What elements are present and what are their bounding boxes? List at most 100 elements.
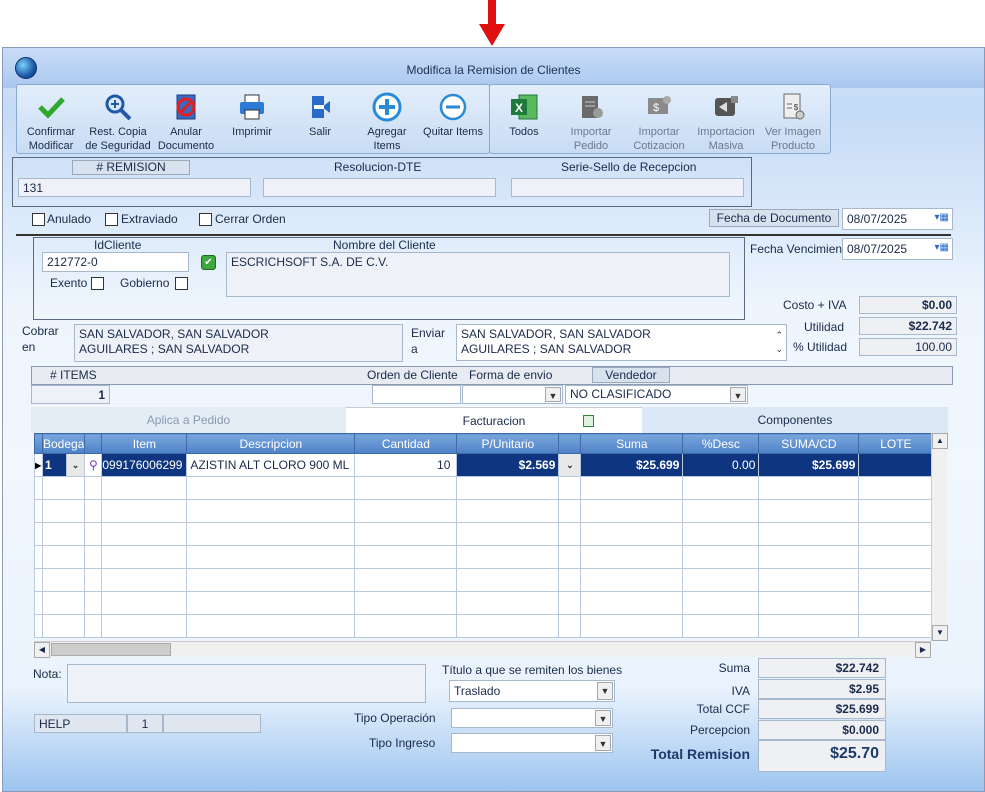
desc-cell[interactable]: 0.00 (682, 453, 760, 477)
col-header-blank2[interactable] (558, 433, 582, 454)
scroll-arrows-icon[interactable]: ⌃ ⌄ (775, 328, 783, 356)
remove-items-button[interactable]: Quitar Items (420, 92, 486, 139)
tab-aplica-pedido[interactable]: Aplica a Pedido (31, 407, 346, 433)
scroll-right-icon[interactable]: ▶ (915, 642, 931, 658)
lote-cell[interactable] (858, 453, 934, 477)
col-header-cantidad[interactable]: Cantidad (354, 433, 458, 454)
enviar-label: Enviar (411, 326, 446, 340)
total-ccf-field: $25.699 (758, 699, 886, 719)
chevron-down-icon[interactable]: ▼ (595, 710, 611, 726)
table-row[interactable] (34, 499, 934, 523)
enviar-label-a: a (411, 342, 418, 356)
tab-document-icon (583, 415, 594, 427)
table-row[interactable]: ▶ 1 ⌄ ⚲ 099176006299 AZISTIN ALT CLORO 9… (34, 453, 934, 477)
tab-componentes[interactable]: Componentes (642, 407, 948, 433)
scroll-left-icon[interactable]: ◀ (34, 642, 50, 658)
resolucion-field[interactable] (263, 178, 496, 197)
view-image-button[interactable]: $ Ver Imagen Producto (760, 92, 826, 153)
remision-field[interactable]: 131 (18, 178, 251, 197)
void-document-button[interactable]: Anular Documento (153, 92, 219, 153)
forma-envio-select[interactable]: ▼ (462, 385, 563, 404)
fecha-documento-picker[interactable]: 08/07/2025 ▾▦ (842, 208, 953, 230)
sumacd-cell: $25.699 (758, 453, 860, 477)
serie-field[interactable] (511, 178, 744, 197)
item-cell[interactable]: 099176006299 (101, 453, 188, 477)
chevron-down-icon[interactable]: ▼ (595, 735, 611, 751)
svg-text:$: $ (653, 102, 659, 114)
vertical-scrollbar[interactable]: ▲ ▼ (931, 433, 948, 641)
total-ccf-label: Total CCF (696, 702, 750, 716)
fecha-documento-label: Fecha de Documento (709, 209, 839, 227)
calendar-icon[interactable]: ▾▦ (935, 242, 949, 253)
scroll-up-icon[interactable]: ▲ (932, 433, 948, 449)
import-quote-button[interactable]: $ Importar Cotizacion (626, 92, 692, 153)
plus-circle-icon (372, 92, 402, 122)
table-row[interactable] (34, 522, 934, 546)
cobrar-address-field[interactable]: SAN SALVADOR, SAN SALVADOR AGUILARES ; S… (74, 324, 403, 362)
cantidad-cell[interactable]: 10 (354, 453, 458, 477)
tab-facturacion[interactable]: Facturacion (346, 407, 642, 433)
tipo-ingreso-select[interactable]: ▼ (451, 733, 613, 753)
arrow-down-icon (479, 0, 505, 46)
cerrar-orden-checkbox[interactable] (199, 213, 212, 226)
mass-import-button[interactable]: Importacion Masiva (693, 92, 759, 153)
chevron-down-icon[interactable]: ▼ (597, 682, 613, 700)
orden-cliente-label: Orden de Cliente (367, 368, 458, 382)
anulado-checkbox[interactable] (32, 213, 45, 226)
nombre-cliente-field[interactable]: ESCRICHSOFT S.A. DE C.V. (226, 252, 730, 297)
table-row[interactable] (34, 545, 934, 569)
col-header-sumacd[interactable]: SUMA/CD (758, 433, 860, 454)
chevron-down-icon[interactable]: ▼ (730, 387, 746, 402)
col-header-desc[interactable]: %Desc (682, 433, 760, 454)
fecha-vencimiento-picker[interactable]: 08/07/2025 ▾▦ (842, 238, 953, 260)
table-row[interactable] (34, 568, 934, 592)
vendedor-select[interactable]: NO CLASIFICADO ▼ (565, 385, 748, 404)
vendedor-label: Vendedor (592, 367, 670, 383)
col-header-descripcion[interactable]: Descripcion (186, 433, 356, 454)
import-order-button[interactable]: Importar Pedido (558, 92, 624, 153)
enviar-address-field[interactable]: SAN SALVADOR, SAN SALVADOR AGUILARES ; S… (456, 324, 787, 361)
client-ok-icon[interactable]: ✔ (201, 255, 216, 270)
table-row[interactable] (34, 476, 934, 500)
print-button[interactable]: Imprimir (219, 92, 285, 139)
search-item-icon[interactable]: ⚲ (84, 453, 103, 477)
bodega-cell[interactable]: 1 (42, 453, 67, 477)
col-header-blank[interactable] (84, 433, 103, 454)
quote-document-icon: $ (648, 96, 671, 114)
chevron-down-icon[interactable]: ▼ (545, 387, 561, 402)
col-header-item[interactable]: Item (101, 433, 188, 454)
punitario-dropdown[interactable]: ⌄ (558, 453, 582, 477)
nota-field[interactable] (67, 664, 426, 703)
pct-utilidad-label: % Utilidad (793, 340, 848, 354)
add-items-button[interactable]: Agregar Items (354, 92, 420, 153)
titulo-select[interactable]: Traslado ▼ (449, 680, 615, 702)
orden-cliente-field[interactable] (372, 385, 461, 404)
calendar-icon[interactable]: ▾▦ (935, 212, 949, 223)
col-header-lote[interactable]: LOTE (858, 433, 934, 454)
bodega-dropdown[interactable]: ⌄ (65, 453, 86, 477)
exento-checkbox[interactable] (91, 277, 104, 290)
gobierno-checkbox[interactable] (175, 277, 188, 290)
col-header-suma[interactable]: Suma (580, 433, 684, 454)
separator-line (16, 234, 951, 236)
col-header-bodega[interactable]: Bodega (41, 433, 86, 454)
col-header-punitario[interactable]: P/Unitario (456, 433, 560, 454)
confirm-button[interactable]: Confirmar Modificar (18, 92, 84, 153)
iva-field: $2.95 (758, 679, 886, 699)
scroll-thumb[interactable] (51, 643, 171, 656)
horizontal-scrollbar[interactable]: ◀ ▶ (34, 641, 931, 658)
tipo-operacion-select[interactable]: ▼ (451, 708, 613, 728)
exento-label: Exento (50, 276, 88, 290)
idcliente-field[interactable]: 212772-0 (42, 252, 189, 272)
exit-button[interactable]: Salir (287, 92, 353, 139)
restore-backup-button[interactable]: Rest. Copia de Seguridad (85, 92, 151, 153)
table-row[interactable] (34, 614, 934, 638)
extraviado-checkbox[interactable] (105, 213, 118, 226)
punitario-cell[interactable]: $2.569 (456, 453, 560, 477)
table-row[interactable] (34, 591, 934, 615)
scroll-down-icon[interactable]: ▼ (932, 625, 948, 641)
excel-icon: X (511, 94, 538, 120)
costo-label: Costo + IVA (783, 298, 847, 312)
export-all-button[interactable]: X Todos (491, 92, 557, 139)
descripcion-cell[interactable]: AZISTIN ALT CLORO 900 ML (186, 453, 356, 477)
